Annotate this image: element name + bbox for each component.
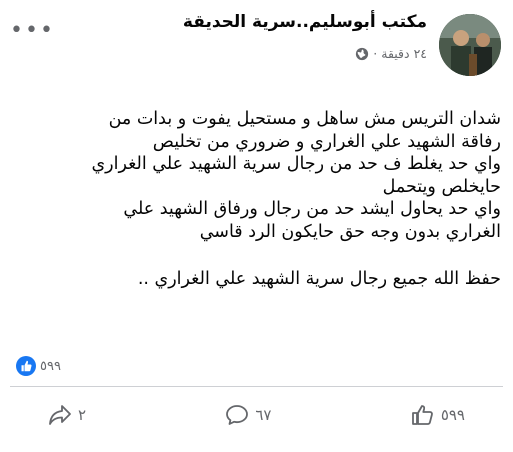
avatar[interactable] (439, 14, 501, 76)
reaction-summary[interactable]: ٥٩٩ (16, 356, 61, 376)
like-count: ٥٩٩ (440, 406, 465, 424)
thumbs-up-icon (411, 405, 433, 425)
post-meta: ٢٤ دقيقة · (355, 46, 427, 61)
post-line: رفاقة الشهيد علي الغراري و ضروري من تخلي… (152, 131, 501, 152)
post-body: شدان التريس مش ساهل و مستحيل يفوت و بدات… (11, 108, 501, 291)
comment-button[interactable]: ٦٧ (225, 404, 272, 426)
share-count: ٢ (78, 406, 87, 424)
post-closing: حفظ الله جميع رجال سرية الشهيد علي الغرا… (137, 269, 501, 289)
post-line: واي حد يغلط ف حد من رجال سرية الشهيد علي… (91, 154, 501, 174)
post-time[interactable]: ٢٤ دقيقة (381, 46, 427, 61)
divider (10, 386, 503, 387)
meta-separator: · (373, 46, 378, 61)
action-bar: ٢ ٦٧ ٥٩٩ (0, 395, 513, 435)
page-name[interactable]: مكتب أبوسليم..سرية الحديقة (183, 12, 427, 32)
share-button[interactable]: ٢ (48, 404, 86, 426)
share-icon (49, 405, 71, 425)
globe-icon (356, 47, 369, 60)
reaction-count: ٥٩٩ (40, 358, 61, 374)
post-line: واي حد يحاول ايشد حد من رجال ورفاق الشهي… (123, 199, 501, 219)
comment-count: ٦٧ (255, 406, 272, 424)
like-button[interactable]: ٥٩٩ (411, 404, 465, 426)
like-icon (16, 356, 36, 376)
comment-icon (226, 405, 249, 425)
post-line: حايخلص ويتحمل (382, 176, 501, 197)
post-line: شدان التريس مش ساهل و مستحيل يفوت و بدات… (108, 109, 501, 129)
more-options-icon[interactable]: ••• (10, 20, 55, 42)
post-header: مكتب أبوسليم..سرية الحديقة ٢٤ دقيقة · ••… (0, 0, 513, 86)
post-line: الغراري بدون وجه حق حايكون الرد قاسي (199, 221, 501, 242)
